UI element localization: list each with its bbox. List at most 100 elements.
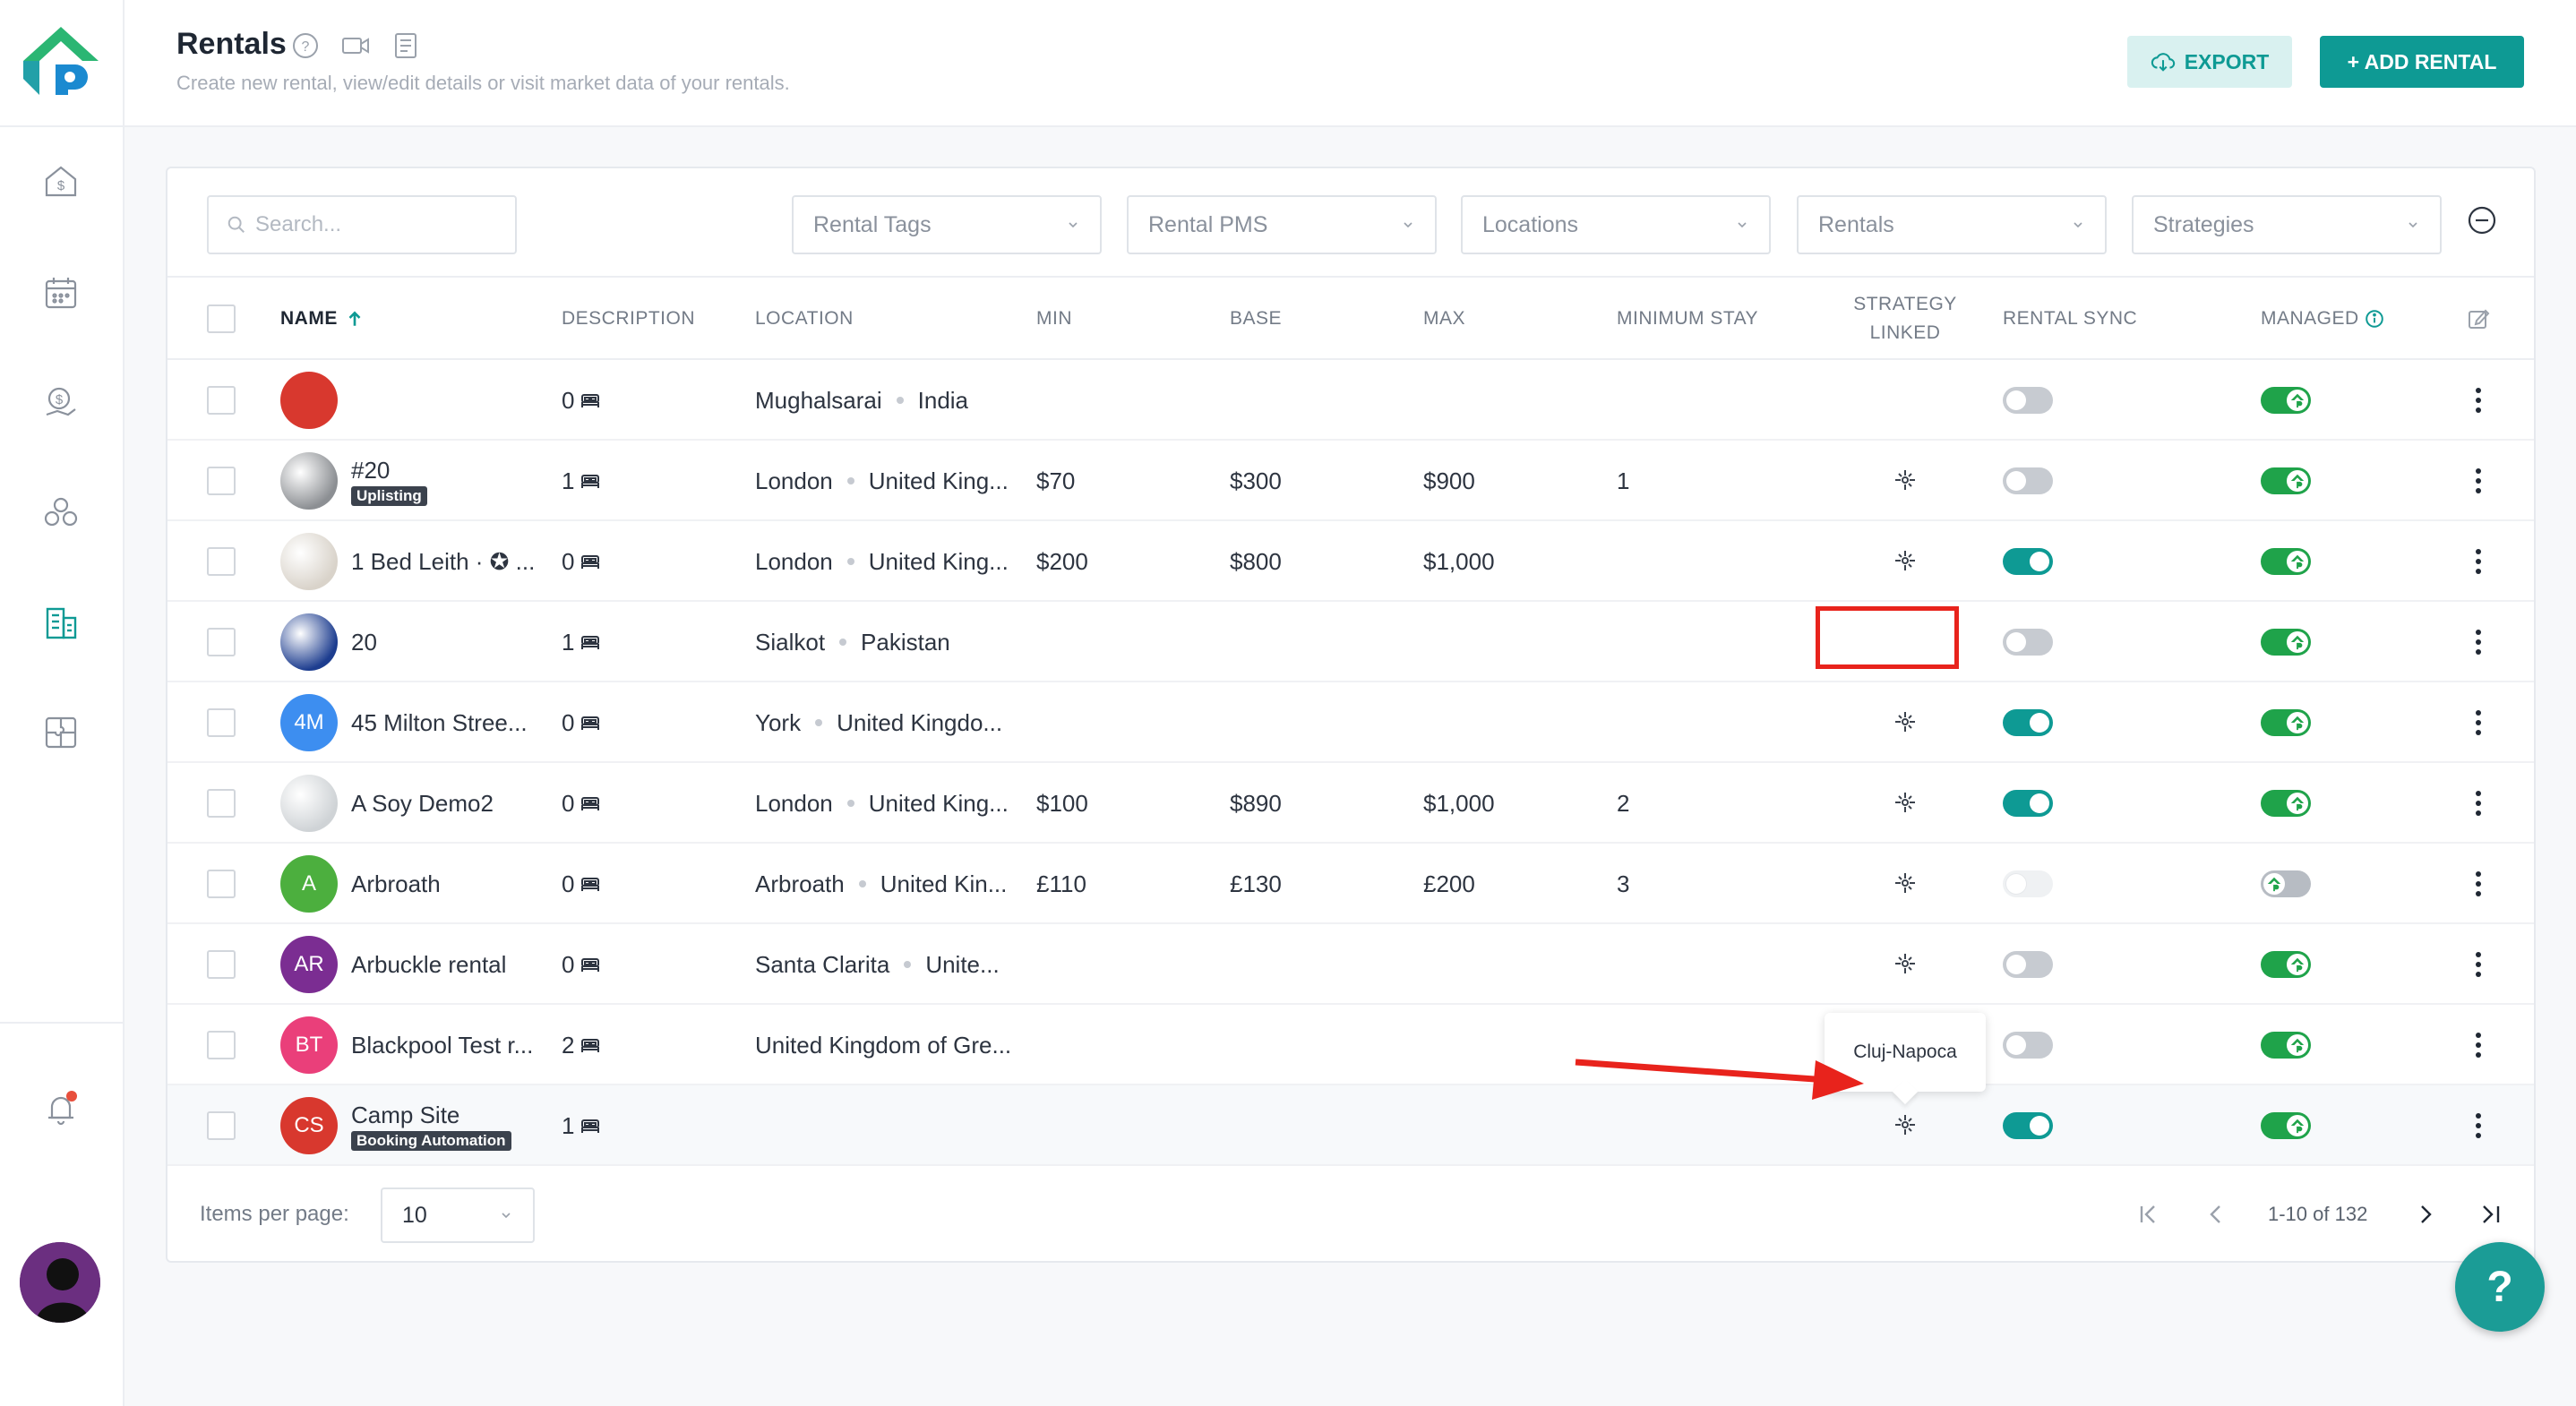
strategies-dropdown[interactable]: Strategies bbox=[2132, 195, 2442, 254]
row-checkbox[interactable] bbox=[207, 547, 236, 576]
help-chat-button[interactable]: ? bbox=[2455, 1242, 2545, 1332]
rental-sync-toggle[interactable] bbox=[2003, 387, 2053, 414]
edit-columns-icon[interactable] bbox=[2466, 278, 2491, 360]
strategy-linked-icon[interactable] bbox=[1892, 789, 1919, 816]
strategy-linked-icon[interactable] bbox=[1892, 870, 1919, 896]
managed-toggle[interactable] bbox=[2261, 1112, 2311, 1139]
column-managed[interactable]: MANAGED bbox=[2261, 278, 2384, 360]
rental-avatar[interactable]: A bbox=[280, 855, 338, 913]
rental-avatar[interactable]: AR bbox=[280, 936, 338, 993]
more-vertical-icon[interactable] bbox=[2469, 545, 2487, 578]
column-min[interactable]: MIN bbox=[1036, 278, 1072, 360]
previous-page-icon[interactable] bbox=[2201, 1166, 2231, 1263]
table-row[interactable]: A Arbroath 0 Arbroath United Kin... £110… bbox=[167, 844, 2534, 924]
rentals-dropdown[interactable]: Rentals bbox=[1797, 195, 2107, 254]
rental-name-block[interactable]: A Soy Demo2 bbox=[351, 763, 494, 844]
rental-avatar[interactable] bbox=[280, 775, 338, 832]
managed-toggle[interactable] bbox=[2261, 548, 2311, 575]
rental-avatar[interactable]: CS bbox=[280, 1097, 338, 1154]
row-checkbox[interactable] bbox=[207, 628, 236, 656]
rental-avatar[interactable]: 4M bbox=[280, 694, 338, 751]
rental-avatar[interactable] bbox=[280, 372, 338, 429]
more-vertical-icon[interactable] bbox=[2469, 626, 2487, 658]
market-icon[interactable] bbox=[39, 491, 82, 534]
more-vertical-icon[interactable] bbox=[2469, 787, 2487, 819]
more-vertical-icon[interactable] bbox=[2469, 465, 2487, 497]
rental-sync-toggle[interactable] bbox=[2003, 709, 2053, 736]
table-row[interactable]: 4M 45 Milton Stree... 0 York United King… bbox=[167, 682, 2534, 763]
table-row[interactable]: #20 Uplisting 1 London United King... $7… bbox=[167, 441, 2534, 521]
calendar-icon[interactable] bbox=[39, 271, 82, 314]
rental-pms-dropdown[interactable]: Rental PMS bbox=[1127, 195, 1437, 254]
row-checkbox[interactable] bbox=[207, 708, 236, 737]
rental-avatar[interactable] bbox=[280, 613, 338, 671]
table-row[interactable]: 1 Bed Leith · ✪ ... 0 London United King… bbox=[167, 521, 2534, 602]
row-checkbox[interactable] bbox=[207, 1111, 236, 1140]
row-checkbox[interactable] bbox=[207, 1031, 236, 1059]
row-checkbox[interactable] bbox=[207, 870, 236, 898]
more-vertical-icon[interactable] bbox=[2469, 1029, 2487, 1061]
table-row[interactable]: A Soy Demo2 0 London United King... $100… bbox=[167, 763, 2534, 844]
items-per-page-select[interactable]: 10 bbox=[381, 1187, 535, 1243]
rental-sync-toggle[interactable] bbox=[2003, 467, 2053, 494]
rental-name-block[interactable]: #20 Uplisting bbox=[351, 441, 427, 521]
user-avatar[interactable] bbox=[20, 1242, 100, 1323]
rental-sync-toggle[interactable] bbox=[2003, 790, 2053, 817]
rental-avatar[interactable] bbox=[280, 533, 338, 590]
rental-name-block[interactable]: 45 Milton Stree... bbox=[351, 682, 528, 763]
puzzle-icon[interactable] bbox=[39, 711, 82, 754]
search-input[interactable]: Search... bbox=[207, 195, 517, 254]
add-rental-button[interactable]: + ADD RENTAL bbox=[2320, 36, 2524, 88]
first-page-icon[interactable] bbox=[2134, 1166, 2165, 1263]
table-row[interactable]: AR Arbuckle rental 0 Santa Clarita Unite… bbox=[167, 924, 2534, 1005]
column-description[interactable]: DESCRIPTION bbox=[562, 278, 695, 360]
managed-toggle[interactable] bbox=[2261, 870, 2311, 897]
rental-sync-toggle[interactable] bbox=[2003, 1112, 2053, 1139]
managed-toggle[interactable] bbox=[2261, 1032, 2311, 1059]
rental-sync-toggle[interactable] bbox=[2003, 548, 2053, 575]
more-vertical-icon[interactable] bbox=[2469, 1110, 2487, 1142]
strategy-linked-icon[interactable] bbox=[1892, 547, 1919, 574]
row-checkbox[interactable] bbox=[207, 789, 236, 818]
managed-toggle[interactable] bbox=[2261, 387, 2311, 414]
bell-icon[interactable] bbox=[39, 1087, 82, 1130]
more-vertical-icon[interactable] bbox=[2469, 707, 2487, 739]
export-button[interactable]: EXPORT bbox=[2127, 36, 2292, 88]
document-icon[interactable] bbox=[391, 30, 421, 65]
row-checkbox[interactable] bbox=[207, 467, 236, 495]
table-row[interactable]: 0 Mughalsarai India bbox=[167, 360, 2534, 441]
more-vertical-icon[interactable] bbox=[2469, 868, 2487, 900]
rental-name-block[interactable]: Blackpool Test r... bbox=[351, 1005, 533, 1085]
rental-name-block[interactable]: Arbuckle rental bbox=[351, 924, 506, 1005]
rental-tags-dropdown[interactable]: Rental Tags bbox=[792, 195, 1102, 254]
next-page-icon[interactable] bbox=[2410, 1166, 2441, 1263]
strategy-linked-icon[interactable] bbox=[1892, 467, 1919, 493]
app-logo[interactable] bbox=[20, 25, 102, 97]
row-checkbox[interactable] bbox=[207, 950, 236, 979]
column-max[interactable]: MAX bbox=[1423, 278, 1465, 360]
rental-avatar[interactable]: BT bbox=[280, 1016, 338, 1074]
table-row[interactable]: CS Camp Site Booking Automation 1 bbox=[167, 1085, 2534, 1166]
rental-sync-toggle[interactable] bbox=[2003, 629, 2053, 656]
video-icon[interactable] bbox=[340, 30, 371, 65]
column-rental-sync[interactable]: RENTAL SYNC bbox=[2003, 278, 2137, 360]
managed-toggle[interactable] bbox=[2261, 629, 2311, 656]
more-vertical-icon[interactable] bbox=[2469, 384, 2487, 416]
row-checkbox[interactable] bbox=[207, 386, 236, 415]
column-strategy-linked[interactable]: STRATEGY LINKED bbox=[1842, 278, 1968, 360]
managed-toggle[interactable] bbox=[2261, 709, 2311, 736]
strategy-linked-icon[interactable] bbox=[1892, 950, 1919, 977]
strategy-linked-icon[interactable] bbox=[1892, 708, 1919, 735]
managed-toggle[interactable] bbox=[2261, 467, 2311, 494]
locations-dropdown[interactable]: Locations bbox=[1461, 195, 1771, 254]
managed-toggle[interactable] bbox=[2261, 790, 2311, 817]
help-circle-icon[interactable]: ? bbox=[290, 30, 321, 65]
select-all-checkbox[interactable] bbox=[207, 304, 236, 333]
rental-name-block[interactable]: 1 Bed Leith · ✪ ... bbox=[351, 521, 535, 602]
column-minimum-stay[interactable]: MINIMUM STAY bbox=[1617, 278, 1758, 360]
more-vertical-icon[interactable] bbox=[2469, 948, 2487, 981]
rental-sync-toggle[interactable] bbox=[2003, 1032, 2053, 1059]
rental-name-block[interactable]: 20 bbox=[351, 602, 377, 682]
rental-sync-toggle[interactable] bbox=[2003, 951, 2053, 978]
column-base[interactable]: BASE bbox=[1230, 278, 1282, 360]
